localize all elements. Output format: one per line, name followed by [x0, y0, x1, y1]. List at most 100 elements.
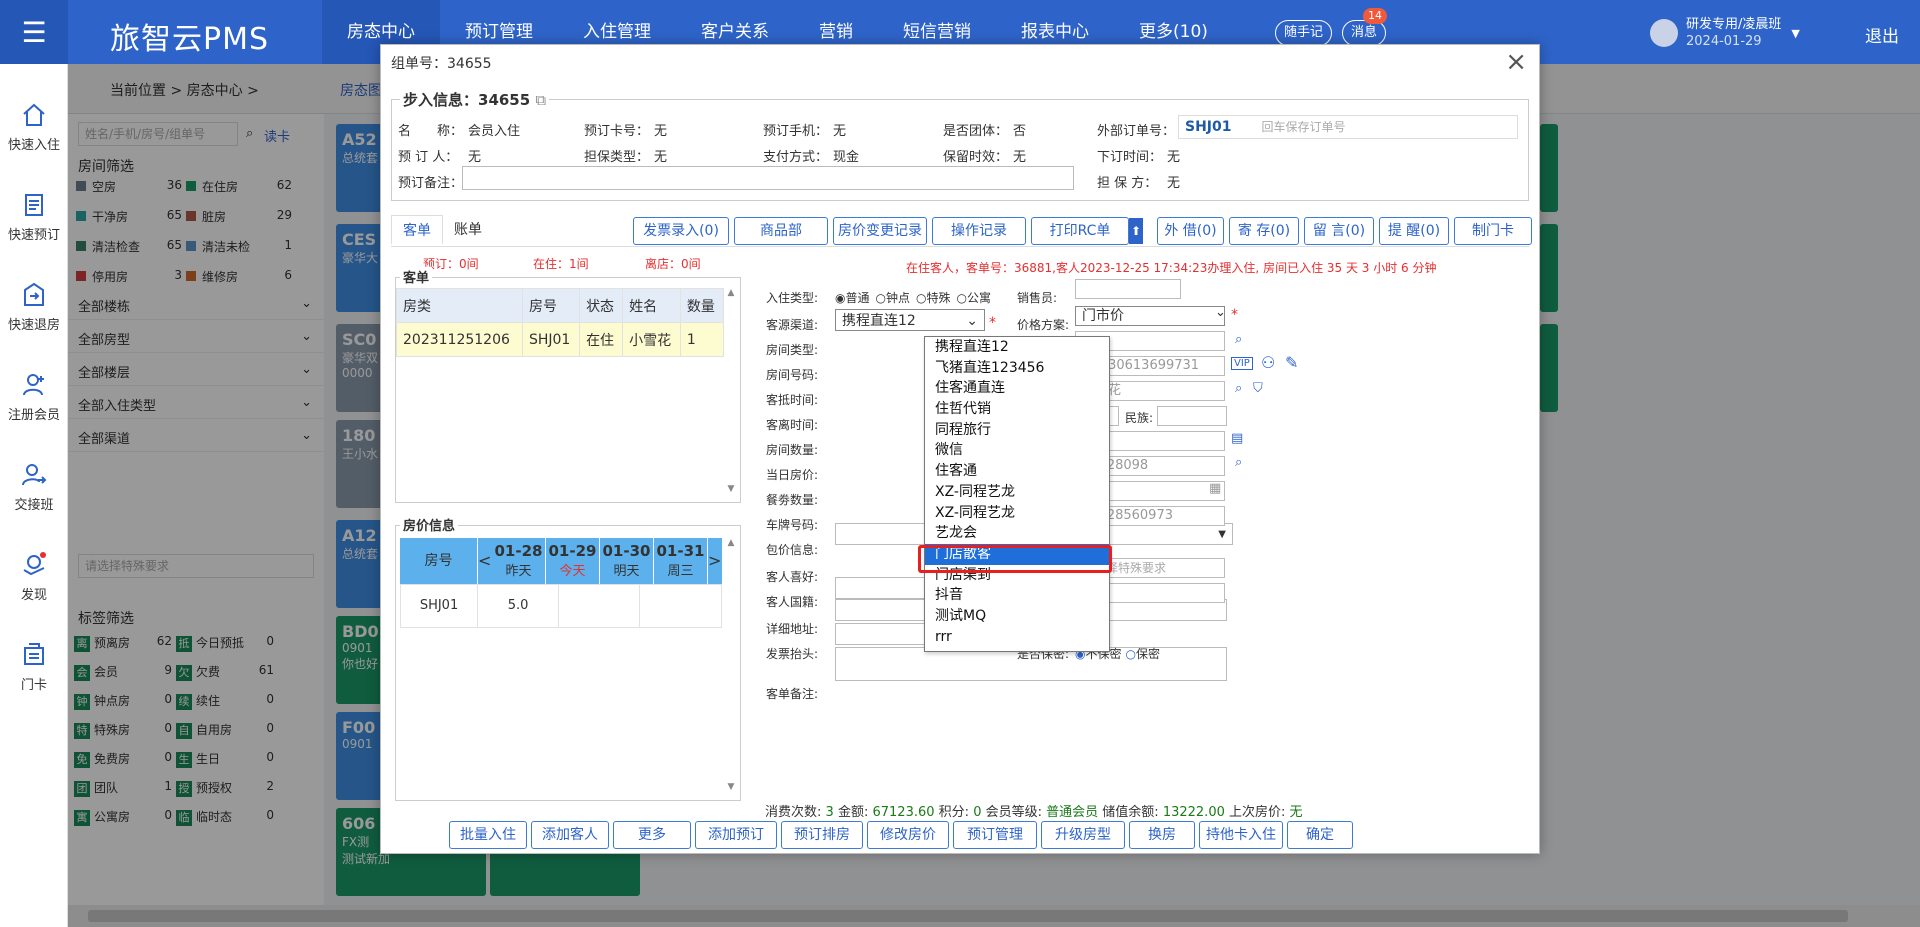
- source-channel-dropdown[interactable]: 携程直连12 飞猪直连123456 住客通直连 住哲代销 同程旅行 微信 住客通 XZ-同程艺…: [924, 336, 1110, 652]
- price-day-date: 01-29: [548, 542, 597, 560]
- message-button[interactable]: 消息 14: [1342, 8, 1388, 46]
- upload-icon[interactable]: ⬆: [1129, 218, 1143, 244]
- dropdown-option-0[interactable]: 携程直连12: [925, 337, 1109, 358]
- cell-room-type: 202311251206: [396, 322, 523, 357]
- footer-button-8[interactable]: 换房: [1129, 821, 1195, 849]
- consumption-summary: 消费次数: 3 金额: 67123.60 积分: 0 会员等级: 普通会员 储值…: [765, 801, 1519, 820]
- radio-icon: ○: [956, 291, 967, 305]
- dropdown-option-13[interactable]: 测试MQ: [925, 606, 1109, 627]
- dropdown-option-8[interactable]: XZ-同程艺龙: [925, 503, 1109, 524]
- toolbar-button-8[interactable]: 提 醒(0): [1379, 217, 1449, 245]
- document-icon: [25, 194, 43, 216]
- shield-icon[interactable]: ⛉: [1253, 381, 1263, 396]
- door-card-button[interactable]: 门卡: [0, 640, 68, 693]
- discover-button[interactable]: 发现: [0, 550, 68, 603]
- table-row: SHJ01 5.0: [400, 584, 722, 628]
- guest-table-scrollbar[interactable]: ▲ ▼: [724, 288, 738, 494]
- message-label: 消息: [1351, 25, 1378, 40]
- footer-button-2[interactable]: 更多: [613, 821, 691, 849]
- dropdown-option-3[interactable]: 住哲代销: [925, 399, 1109, 420]
- toolbar-button-7[interactable]: 留 言(0): [1304, 217, 1374, 245]
- price-table-scrollbar[interactable]: ▲ ▼: [724, 538, 738, 792]
- user-icon[interactable]: ⚇: [1261, 353, 1275, 372]
- book-phone-value: 无: [833, 124, 847, 139]
- dropdown-option-9[interactable]: 艺龙会: [925, 523, 1109, 544]
- sales-input[interactable]: [1075, 279, 1181, 299]
- search-icon[interactable]: ⌕: [1235, 332, 1242, 347]
- dropdown-option-14[interactable]: rrr: [925, 627, 1109, 648]
- prev-date-icon[interactable]: <: [478, 538, 492, 584]
- checkin-type-1[interactable]: ○钟点: [876, 291, 911, 305]
- dropdown-option-4[interactable]: 同程旅行: [925, 420, 1109, 441]
- footer-button-7[interactable]: 升级房型: [1041, 821, 1125, 849]
- booker-label: 预 订 人：: [398, 150, 459, 165]
- quick-checkout-button[interactable]: 快速退房: [0, 280, 68, 333]
- booking-info-section: 步入信息：34655 ⧉ 名 称： 会员入住 预订卡号： 无 预订手机： 无 是…: [391, 89, 1529, 201]
- price-plan-select[interactable]: 门市价: [1075, 306, 1225, 326]
- edit-icon[interactable]: ✎: [1285, 353, 1298, 372]
- source-channel-select[interactable]: 携程直连12 ⌄: [835, 309, 985, 331]
- note-button[interactable]: 随手记: [1275, 20, 1333, 46]
- toolbar-button-2[interactable]: 房价变更记录: [833, 217, 927, 245]
- checkin-type-3[interactable]: ○公寓: [957, 291, 992, 305]
- calendar-icon[interactable]: ▦: [1209, 481, 1221, 496]
- dropdown-option-2[interactable]: 住客通直连: [925, 378, 1109, 399]
- toolbar-button-1[interactable]: 商品部: [734, 217, 828, 245]
- chevron-down-icon: ⌄: [1215, 305, 1226, 320]
- booking-remark-input[interactable]: [462, 166, 1074, 190]
- form-label-source: 客源渠道:: [766, 318, 819, 332]
- footer-button-0[interactable]: 批量入住: [449, 821, 527, 849]
- radio-icon: ○: [916, 291, 927, 305]
- toolbar-button-6[interactable]: 寄 存(0): [1229, 217, 1299, 245]
- chevron-down-icon: ⌄: [966, 313, 978, 329]
- ethnic-input[interactable]: [1157, 406, 1227, 426]
- external-order-input[interactable]: SHJ01 回车保存订单号: [1178, 115, 1518, 139]
- table-row[interactable]: 202311251206 SHJ01 在住 小雪花 1: [396, 322, 725, 357]
- radio-icon: ○: [1125, 647, 1136, 661]
- price-day-label: 周三: [667, 564, 694, 579]
- register-member-button[interactable]: 注册会员: [0, 370, 68, 423]
- tab-bill[interactable]: 账单: [443, 215, 493, 245]
- footer-button-9[interactable]: 持他卡入住: [1199, 821, 1283, 849]
- price-day-3: 01-31 周三: [654, 538, 708, 584]
- dropdown-option-12[interactable]: 抖音: [925, 585, 1109, 606]
- order-time-label: 下订时间：: [1097, 150, 1163, 165]
- menu-toggle-icon[interactable]: ☰: [0, 0, 68, 64]
- id-reader-icon[interactable]: ▤: [1231, 431, 1243, 446]
- checkin-type-label: 普通: [845, 291, 870, 305]
- quick-booking-button[interactable]: 快速预订: [0, 190, 68, 243]
- footer-button-3[interactable]: 添加预订: [695, 821, 777, 849]
- toolbar-button-9[interactable]: 制门卡: [1454, 217, 1532, 245]
- toolbar-button-0[interactable]: 发票录入(0): [633, 217, 729, 245]
- checkin-type-0[interactable]: ◉普通: [835, 291, 870, 305]
- checkin-type-2[interactable]: ○特殊: [916, 291, 951, 305]
- dropdown-option-1[interactable]: 飞猪直连123456: [925, 358, 1109, 379]
- search-icon[interactable]: ⌕: [1235, 381, 1242, 396]
- copy-icon[interactable]: ⧉: [535, 91, 546, 109]
- toolbar-button-3[interactable]: 操作记录: [932, 217, 1026, 245]
- order-time-value: 无: [1167, 150, 1181, 165]
- footer-button-1[interactable]: 添加客人: [531, 821, 609, 849]
- quick-checkin-button[interactable]: 快速入住: [0, 100, 68, 153]
- booking-info-legend: 步入信息：34655 ⧉: [400, 89, 550, 110]
- footer-button-5[interactable]: 修改房价: [867, 821, 949, 849]
- dropdown-option-5[interactable]: 微信: [925, 440, 1109, 461]
- footer-button-6[interactable]: 预订管理: [953, 821, 1037, 849]
- guarantee-type-value: 无: [654, 150, 668, 165]
- search-icon[interactable]: ⌕: [1235, 455, 1242, 470]
- shift-handover-button[interactable]: 交接班: [0, 460, 68, 513]
- dropdown-option-6[interactable]: 住客通: [925, 461, 1109, 482]
- booking-info-title: 步入信息：34655: [403, 91, 531, 109]
- close-icon[interactable]: ×: [1505, 47, 1527, 77]
- logout-button[interactable]: 退出: [1865, 22, 1899, 47]
- tab-guest-order[interactable]: 客单: [391, 215, 443, 245]
- last-price-value: 无: [1289, 805, 1303, 820]
- next-date-icon[interactable]: >: [708, 538, 722, 584]
- dropdown-option-7[interactable]: XZ-同程艺龙: [925, 482, 1109, 503]
- toolbar-button-4[interactable]: 打印RC单: [1031, 217, 1129, 245]
- secret-option-1[interactable]: ○保密: [1126, 647, 1161, 661]
- user-menu[interactable]: 研发专用/凌晨班 2024-01-29 ▼: [1650, 16, 1800, 50]
- toolbar-button-5[interactable]: 外 借(0): [1157, 217, 1224, 245]
- footer-button-10[interactable]: 确定: [1287, 821, 1353, 849]
- footer-button-4[interactable]: 预订排房: [781, 821, 863, 849]
